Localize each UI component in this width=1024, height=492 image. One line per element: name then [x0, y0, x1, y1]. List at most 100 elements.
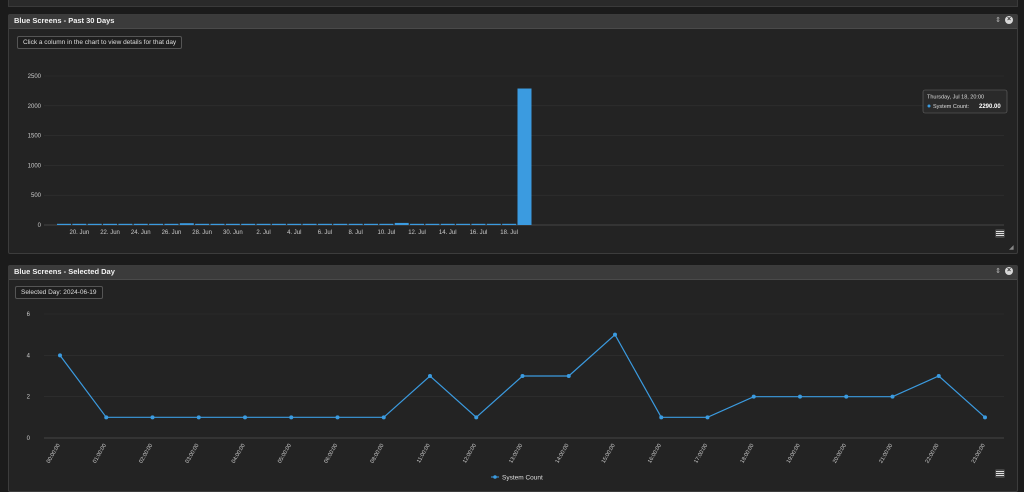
x-tick-label: 00:00:00: [46, 443, 62, 465]
panel-header: Blue Screens - Past 30 Days ⇕ ×: [9, 15, 1017, 29]
bar: [364, 223, 378, 225]
x-tick-label: 05:00:00: [277, 443, 293, 465]
close-icon[interactable]: ×: [1005, 16, 1013, 24]
bar: [149, 223, 164, 225]
bar: [486, 223, 501, 225]
x-tick-label: 20:00:00: [832, 443, 848, 465]
x-tick-label: 8. Jul: [348, 230, 362, 236]
bar: [317, 223, 332, 225]
bar: [179, 223, 194, 225]
bar: [379, 223, 394, 225]
x-tick-label: 16. Jul: [470, 230, 488, 236]
data-point: [659, 415, 664, 420]
y-tick-label: 1500: [28, 134, 42, 140]
bar: [333, 223, 348, 225]
y-tick-label: 0: [38, 223, 42, 229]
x-tick-label: 22:00:00: [925, 443, 941, 465]
bar-chart-past-30-days[interactable]: 0 500 1000 1500 2000 2500 20. Jun 22. Jun 24. Ju…: [9, 29, 1015, 239]
x-tick-label: 16:00:00: [647, 443, 663, 465]
tooltip: Thursday, Jul 18, 20:00 System Count: 2290…: [922, 89, 1008, 114]
data-point: [983, 415, 987, 420]
bar: [456, 223, 471, 225]
tooltip-value: 2290.00: [979, 104, 1001, 110]
bar: [517, 88, 532, 226]
bar: [87, 223, 102, 225]
x-tick-label: 4. Jul: [287, 230, 301, 236]
pin-icon[interactable]: ⇕: [995, 16, 1001, 24]
y-tick-label: 1000: [28, 163, 42, 169]
bar: [410, 223, 425, 225]
bar: [425, 223, 440, 225]
panel-header: Blue Screens - Selected Day ⇕ ×: [9, 266, 1017, 280]
bar: [256, 223, 271, 225]
x-tick-label: 30. Jun: [223, 230, 243, 236]
panel-title: Blue Screens - Past 30 Days: [14, 16, 115, 25]
x-tick-label: 2. Jul: [256, 230, 270, 236]
x-tick-label: 23:00:00: [971, 443, 987, 465]
bar: [502, 223, 517, 225]
top-strip: [8, 0, 1018, 7]
y-tick-label: 2000: [28, 104, 42, 110]
x-tick-label: 18. Jul: [500, 230, 518, 236]
y-tick-label: 500: [31, 193, 42, 199]
x-tick-label: 24. Jun: [131, 230, 151, 236]
bar: [195, 223, 210, 225]
x-tick-label: 02:00:00: [138, 443, 154, 465]
data-point: [381, 415, 386, 420]
panel-selected-day: Blue Screens - Selected Day ⇕ × Selected…: [8, 265, 1018, 492]
x-tick-label: 04:00:00: [231, 443, 247, 465]
data-point: [566, 374, 571, 378]
data-point: [58, 353, 62, 358]
data-point: [289, 415, 294, 420]
bar: [287, 223, 302, 225]
tooltip-marker: [927, 104, 931, 108]
x-tick-label: 12:00:00: [462, 443, 478, 465]
data-point: [104, 415, 109, 420]
data-point: [520, 374, 525, 378]
x-tick-label: 20. Jun: [70, 230, 90, 236]
chart-menu-icon[interactable]: [995, 229, 1005, 238]
bar: [348, 223, 363, 225]
bar: [57, 223, 71, 225]
bar: [302, 223, 317, 225]
legend-label: System Count: [502, 475, 543, 482]
panel-past-30-days: Blue Screens - Past 30 Days ⇕ × Click a …: [8, 14, 1018, 254]
y-tick-label: 0: [27, 436, 31, 442]
x-tick-label: 01:00:00: [92, 443, 108, 465]
x-tick-label: 17:00:00: [693, 443, 709, 465]
x-tick-label: 28. Jun: [192, 230, 212, 236]
bar: [225, 223, 240, 225]
tooltip-date: Thursday, Jul 18, 20:00: [927, 95, 984, 101]
legend-marker: [493, 475, 497, 479]
bar: [164, 223, 179, 225]
y-tick-label: 2500: [28, 74, 42, 80]
x-tick-label: 21:00:00: [878, 443, 894, 465]
chart-menu-icon[interactable]: [995, 469, 1005, 478]
x-tick-label: 22. Jun: [100, 230, 120, 236]
close-icon[interactable]: ×: [1005, 267, 1013, 275]
x-tick-label: 14. Jul: [439, 230, 457, 236]
bar: [471, 223, 486, 225]
x-tick-label: 08:00:00: [370, 443, 386, 465]
line-chart-selected-day[interactable]: 0 2 4 6 00:00:00 01:00:00 02:00:00 03:00:00 04:0…: [9, 280, 1015, 490]
x-tick-label: 19:00:00: [786, 443, 802, 465]
x-tick-label: 06:00:00: [323, 443, 339, 465]
data-point: [243, 415, 247, 420]
pin-icon[interactable]: ⇕: [995, 267, 1001, 275]
resize-handle-icon[interactable]: ◢: [1009, 244, 1014, 251]
data-point: [613, 332, 617, 337]
x-tick-label: 18:00:00: [740, 443, 756, 465]
data-point: [844, 394, 849, 399]
data-point: [798, 394, 802, 399]
bar: [118, 223, 133, 225]
panel-title: Blue Screens - Selected Day: [14, 267, 115, 276]
data-point: [428, 374, 432, 378]
x-tick-label: 6. Jul: [318, 230, 332, 236]
bar: [103, 223, 118, 225]
data-point: [705, 415, 710, 420]
data-point: [890, 394, 895, 399]
y-tick-label: 6: [27, 312, 31, 318]
tooltip-label: System Count:: [933, 104, 970, 110]
x-tick-label: 15:00:00: [601, 443, 617, 465]
x-tick-label: 10. Jul: [378, 230, 396, 236]
